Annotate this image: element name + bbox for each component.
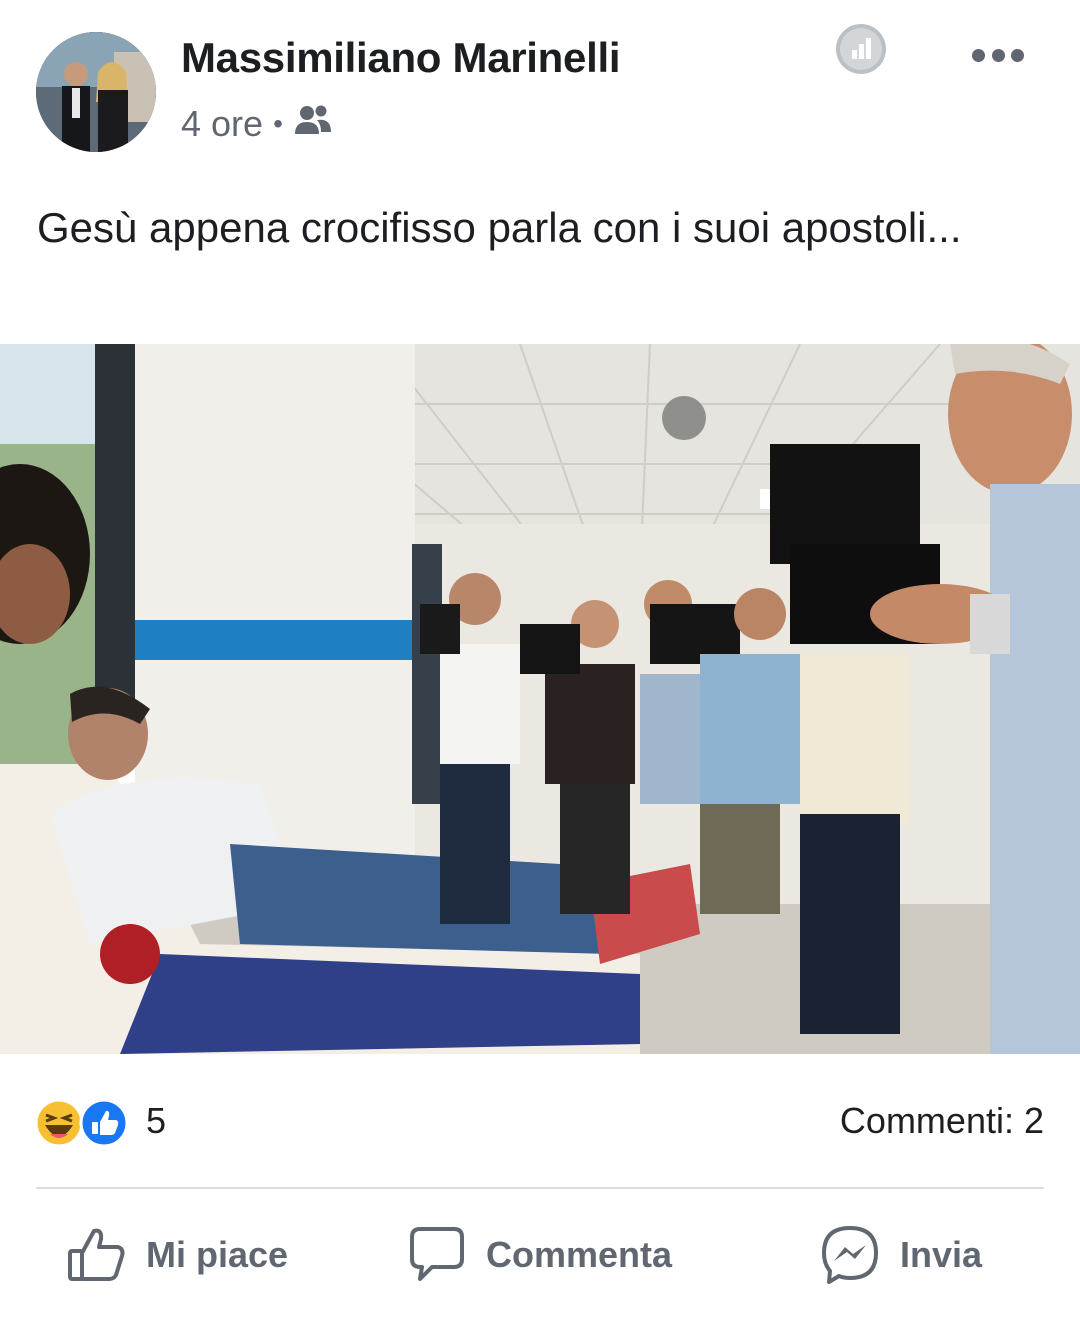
avatar-photo	[36, 32, 156, 152]
reaction-count[interactable]: 5	[146, 1100, 166, 1142]
post-text: Gesù appena crocifisso parla con i suoi …	[37, 204, 962, 251]
haha-icon	[34, 1098, 84, 1148]
post-photo[interactable]	[0, 344, 1080, 1054]
divider	[36, 1187, 1044, 1189]
comment-label: Commenta	[486, 1234, 673, 1275]
messenger-icon	[822, 1226, 878, 1284]
like-icon	[79, 1098, 129, 1148]
friends-icon	[293, 103, 333, 145]
more-options-icon[interactable]	[972, 44, 1024, 66]
post-meta: 4 ore •	[181, 100, 333, 148]
author-name[interactable]: Massimiliano Marinelli	[181, 34, 621, 82]
reactions-summary[interactable]: 5 Commenti: 2	[0, 1090, 1080, 1150]
comments-count[interactable]: Commenti: 2	[840, 1100, 1044, 1142]
reaction-icons	[34, 1098, 144, 1148]
like-label: Mi piace	[146, 1234, 289, 1275]
like-button[interactable]: Mi piace	[64, 1210, 288, 1300]
action-bar: Mi piace Commenta Invia	[0, 1210, 1080, 1300]
thumbs-up-icon	[68, 1228, 125, 1281]
insights-icon[interactable]	[836, 24, 886, 74]
post-timestamp[interactable]: 4 ore	[181, 103, 263, 145]
meta-separator: •	[273, 108, 283, 139]
send-label: Invia	[900, 1234, 983, 1275]
send-button[interactable]: Invia	[818, 1210, 982, 1300]
comment-button[interactable]: Commenta	[404, 1210, 672, 1300]
avatar[interactable]	[36, 32, 156, 152]
post-header: Massimiliano Marinelli 4 ore •	[0, 0, 1080, 170]
comment-icon	[410, 1227, 464, 1281]
